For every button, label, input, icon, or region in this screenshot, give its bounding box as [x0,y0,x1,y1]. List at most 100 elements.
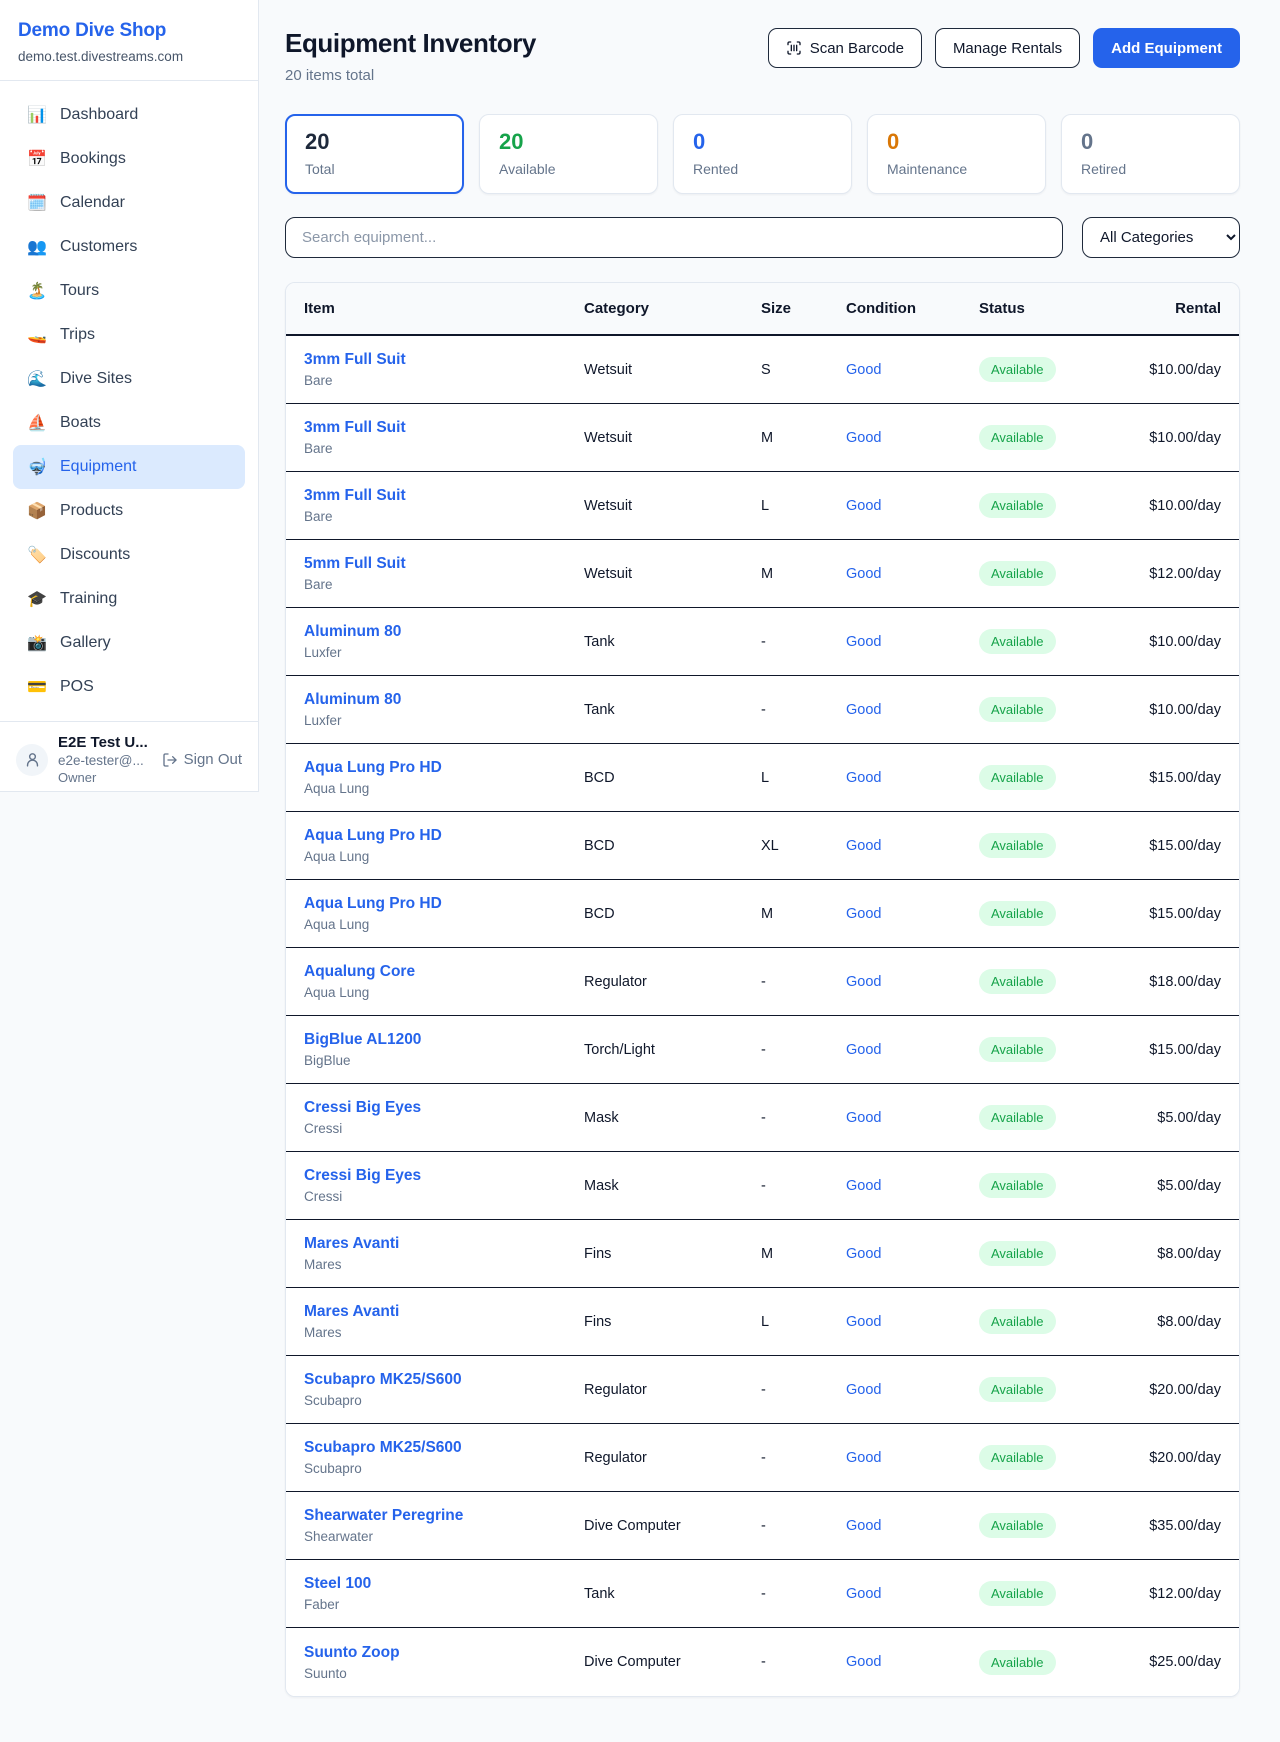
column-header-item: Item [304,300,584,317]
item-name-link[interactable]: Scubapro MK25/S600 [304,1371,584,1389]
condition-link[interactable]: Good [846,1110,881,1126]
stat-card-available[interactable]: 20 Available [479,114,658,194]
item-name-link[interactable]: Aqualung Core [304,963,584,981]
item-name-link[interactable]: Aluminum 80 [304,623,584,641]
sidebar-item-boats[interactable]: ⛵ Boats [13,401,245,445]
condition-link[interactable]: Good [846,770,881,786]
stat-card-retired[interactable]: 0 Retired [1061,114,1240,194]
status-cell: Available [979,1650,1139,1675]
condition-link[interactable]: Good [846,1382,881,1398]
dashboard-icon: 📊 [27,105,47,125]
equipment-table: Item Category Size Condition Status Rent… [285,282,1240,1697]
item-cell: Cressi Big Eyes Cressi [304,1099,584,1136]
status-cell: Available [979,1173,1139,1198]
size-cell: - [761,1382,846,1398]
item-name-link[interactable]: Aqua Lung Pro HD [304,895,584,913]
sidebar-item-dive-sites[interactable]: 🌊 Dive Sites [13,357,245,401]
condition-link[interactable]: Good [846,906,881,922]
condition-link[interactable]: Good [846,1042,881,1058]
condition-link[interactable]: Good [846,1586,881,1602]
condition-link[interactable]: Good [846,702,881,718]
condition-link[interactable]: Good [846,974,881,990]
item-name-link[interactable]: Aluminum 80 [304,691,584,709]
filters-row: All Categories [285,217,1240,258]
stat-card-total[interactable]: 20 Total [285,114,464,194]
condition-link[interactable]: Good [846,430,881,446]
size-cell: L [761,1314,846,1330]
sidebar-item-equipment[interactable]: 🤿 Equipment [13,445,245,489]
manage-rentals-button[interactable]: Manage Rentals [935,28,1080,68]
condition-link[interactable]: Good [846,1178,881,1194]
stat-card-rented[interactable]: 0 Rented [673,114,852,194]
condition-link[interactable]: Good [846,362,881,378]
condition-cell: Good [846,837,979,855]
user-box: E2E Test U... e2e-tester@... Owner Sign … [0,721,258,797]
size-cell: - [761,1450,846,1466]
status-cell: Available [979,697,1139,722]
sign-out-button[interactable]: Sign Out [162,751,242,768]
rental-cell: $8.00/day [1139,1246,1221,1262]
stat-card-maintenance[interactable]: 0 Maintenance [867,114,1046,194]
condition-link[interactable]: Good [846,634,881,650]
sidebar-item-products[interactable]: 📦 Products [13,489,245,533]
sidebar-item-gallery[interactable]: 📸 Gallery [13,621,245,665]
item-brand: Aqua Lung [304,849,584,864]
sidebar-item-calendar[interactable]: 🗓️ Calendar [13,181,245,225]
add-equipment-button[interactable]: Add Equipment [1093,28,1240,68]
table-row: Cressi Big Eyes Cressi Mask - Good Avail… [286,1084,1239,1152]
item-name-link[interactable]: 3mm Full Suit [304,487,584,505]
condition-link[interactable]: Good [846,838,881,854]
condition-link[interactable]: Good [846,1518,881,1534]
rental-cell: $8.00/day [1139,1314,1221,1330]
item-name-link[interactable]: Aqua Lung Pro HD [304,827,584,845]
stat-available-value: 20 [499,129,638,155]
sidebar-item-training[interactable]: 🎓 Training [13,577,245,621]
scan-barcode-button[interactable]: Scan Barcode [768,28,922,68]
sidebar-item-tours[interactable]: 🏝️ Tours [13,269,245,313]
item-cell: 3mm Full Suit Bare [304,419,584,456]
item-name-link[interactable]: Mares Avanti [304,1235,584,1253]
item-name-link[interactable]: 5mm Full Suit [304,555,584,573]
sidebar-item-customers[interactable]: 👥 Customers [13,225,245,269]
sidebar-item-pos[interactable]: 💳 POS [13,665,245,709]
condition-link[interactable]: Good [846,1654,881,1670]
category-cell: Dive Computer [584,1654,761,1670]
sidebar-item-discounts[interactable]: 🏷️ Discounts [13,533,245,577]
stat-maintenance-label: Maintenance [887,161,1026,177]
condition-link[interactable]: Good [846,1450,881,1466]
item-name-link[interactable]: Aqua Lung Pro HD [304,759,584,777]
condition-link[interactable]: Good [846,498,881,514]
item-name-link[interactable]: Steel 100 [304,1575,584,1593]
rental-cell: $25.00/day [1139,1654,1221,1670]
item-name-link[interactable]: Cressi Big Eyes [304,1099,584,1117]
calendar-date-icon: 📅 [27,149,47,169]
condition-link[interactable]: Good [846,1314,881,1330]
item-name-link[interactable]: Cressi Big Eyes [304,1167,584,1185]
item-name-link[interactable]: Mares Avanti [304,1303,584,1321]
item-brand: Mares [304,1325,584,1340]
item-cell: Aluminum 80 Luxfer [304,691,584,728]
category-cell: BCD [584,838,761,854]
item-name-link[interactable]: Scubapro MK25/S600 [304,1439,584,1457]
sidebar-item-bookings[interactable]: 📅 Bookings [13,137,245,181]
sidebar-item-trips[interactable]: 🚤 Trips [13,313,245,357]
category-filter-select[interactable]: All Categories [1082,217,1240,258]
stat-available-label: Available [499,161,638,177]
item-name-link[interactable]: 3mm Full Suit [304,419,584,437]
condition-cell: Good [846,973,979,991]
item-name-link[interactable]: Shearwater Peregrine [304,1507,584,1525]
condition-link[interactable]: Good [846,566,881,582]
item-name-link[interactable]: BigBlue AL1200 [304,1031,584,1049]
size-cell: - [761,1178,846,1194]
status-badge: Available [979,1581,1056,1606]
size-cell: - [761,974,846,990]
table-row: 5mm Full Suit Bare Wetsuit M Good Availa… [286,540,1239,608]
table-row: Mares Avanti Mares Fins M Good Available… [286,1220,1239,1288]
table-row: Scubapro MK25/S600 Scubapro Regulator - … [286,1424,1239,1492]
condition-link[interactable]: Good [846,1246,881,1262]
condition-cell: Good [846,1585,979,1603]
search-input[interactable] [285,217,1063,258]
item-name-link[interactable]: 3mm Full Suit [304,351,584,369]
sidebar-item-dashboard[interactable]: 📊 Dashboard [13,93,245,137]
item-name-link[interactable]: Suunto Zoop [304,1644,584,1662]
